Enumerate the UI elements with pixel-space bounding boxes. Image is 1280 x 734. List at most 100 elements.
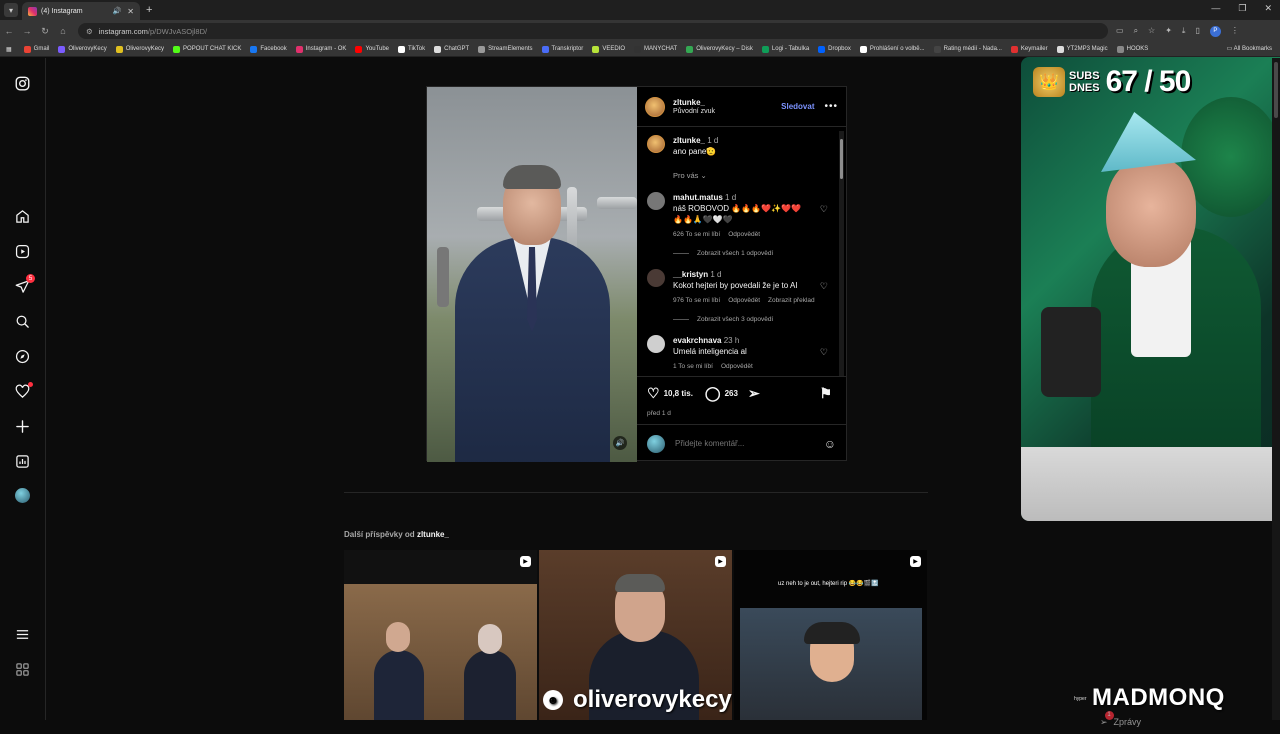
emoji-icon[interactable]: ☺ xyxy=(824,437,836,451)
bookmark-item[interactable]: Prohlášení o volbě... xyxy=(859,45,925,53)
maximize-icon[interactable]: ❐ xyxy=(1238,3,1246,14)
more-menu-icon[interactable] xyxy=(14,626,31,643)
create-plus-icon[interactable] xyxy=(14,418,31,435)
reply-button[interactable]: Odpovědět xyxy=(721,361,753,372)
comment-likes[interactable]: 976 To se mi líbí xyxy=(673,295,720,306)
bookmark-item[interactable]: OliverovyKecy xyxy=(58,45,107,53)
menu-kebab-icon[interactable]: ⋮ xyxy=(1231,26,1239,37)
home-nav-icon[interactable] xyxy=(14,208,31,225)
back-icon[interactable]: ← xyxy=(0,26,18,36)
bookmark-item[interactable]: TikTok xyxy=(398,45,425,53)
bookmark-star-icon[interactable]: ☆ xyxy=(1148,26,1155,37)
close-tab-icon[interactable]: ✕ xyxy=(127,7,134,16)
all-bookmarks[interactable]: ▭ All Bookmarks xyxy=(1227,45,1272,52)
comment-like-icon[interactable]: ♡ xyxy=(820,204,828,215)
bookmark-item[interactable]: Instagram - OK xyxy=(295,45,346,53)
home-icon[interactable]: ⌂ xyxy=(54,26,72,36)
more-options-icon[interactable]: ••• xyxy=(824,101,838,112)
bookmark-item[interactable]: YT2MP3 Magic xyxy=(1056,45,1108,53)
page-scrollbar[interactable] xyxy=(1272,58,1280,720)
comment-like-icon[interactable]: ♡ xyxy=(820,347,828,358)
author-username[interactable]: zltunke_ xyxy=(673,98,781,107)
bookmark-item[interactable]: Keymailer xyxy=(1010,45,1048,53)
minimize-icon[interactable]: — xyxy=(1211,3,1220,14)
bookmark-item[interactable]: Dropbox xyxy=(818,45,851,53)
original-audio-link[interactable]: Původní zvuk xyxy=(673,108,781,115)
bookmark-item[interactable]: OliverovyKecy xyxy=(115,45,164,53)
comment-sort-dropdown[interactable]: Pro vás ⌄ xyxy=(673,171,836,180)
comment-bubble-icon[interactable]: ◯ xyxy=(705,385,721,402)
profile-avatar[interactable]: P xyxy=(1209,25,1221,37)
bookmark-item[interactable]: Logi - Tabulka xyxy=(761,45,809,53)
share-icon[interactable]: ➢ xyxy=(748,385,760,402)
commenter-avatar[interactable] xyxy=(647,335,665,353)
tab-search-button[interactable]: ▾ xyxy=(4,3,18,17)
more-post-thumb-1[interactable]: ▶ xyxy=(344,550,537,720)
bookmark-item[interactable]: Facebook xyxy=(250,45,287,53)
messages-pill[interactable]: ➢ 1 Zprávy xyxy=(1100,710,1270,734)
reels-nav-icon[interactable] xyxy=(14,243,31,260)
bookmark-item[interactable]: MANYCHAT xyxy=(634,45,677,53)
explore-nav-icon[interactable] xyxy=(14,348,31,365)
sidepanel-icon[interactable]: ▯ xyxy=(1195,26,1199,37)
caption-username[interactable]: zltunke_ xyxy=(673,136,705,145)
more-post-thumb-3[interactable]: uz neh to je out, hejteri rip 😂😂🎬🔝 ▶ xyxy=(734,550,927,720)
add-comment-input[interactable] xyxy=(675,439,824,448)
bookmark-item[interactable]: ChatGPT xyxy=(434,45,469,53)
comment-likes[interactable]: 626 To se mi líbí xyxy=(673,229,720,240)
cast-icon[interactable]: ▭ xyxy=(1116,26,1124,37)
messages-nav-icon[interactable]: 5 xyxy=(14,274,35,295)
bookmark-item[interactable]: POPOUT CHAT KICK xyxy=(173,45,241,53)
commenter-avatar[interactable] xyxy=(647,192,665,210)
insights-chart-icon[interactable] xyxy=(14,453,31,470)
reply-button[interactable]: Odpovědět xyxy=(728,229,760,240)
follow-button[interactable]: Sledovat xyxy=(781,102,814,111)
bookmark-item[interactable]: Transkriptor xyxy=(541,45,583,53)
save-bookmark-icon[interactable]: ⚑ xyxy=(819,385,832,402)
view-replies-button[interactable]: Zobrazit všech 3 odpovědí xyxy=(673,316,836,323)
reload-icon[interactable]: ↻ xyxy=(36,26,54,37)
comment-like-icon[interactable]: ♡ xyxy=(820,281,828,292)
search-nav-icon[interactable] xyxy=(14,313,31,330)
downloads-icon[interactable]: ⤓ xyxy=(1182,26,1186,37)
also-from-meta-icon[interactable] xyxy=(14,661,31,678)
reply-button[interactable]: Odpovědět xyxy=(728,295,760,306)
caption-avatar[interactable] xyxy=(647,135,665,153)
commenter-username[interactable]: mahut.matus xyxy=(673,193,723,202)
translate-button[interactable]: Zobrazit překlad xyxy=(768,295,815,306)
view-replies-button[interactable]: Zobrazit všech 1 odpovědí xyxy=(673,250,836,257)
close-window-icon[interactable]: ✕ xyxy=(1264,3,1272,14)
extensions-icon[interactable]: ✦ xyxy=(1165,26,1172,37)
bookmark-item[interactable]: Rating médií - Nada... xyxy=(933,45,1002,53)
post-media[interactable]: 🔊 xyxy=(427,87,637,462)
address-bar[interactable]: ⚙ instagram.com /p/DWJvASOjl8D/ xyxy=(78,23,1108,39)
commenter-username[interactable]: evakrchnava xyxy=(673,336,721,345)
like-count[interactable]: 10,8 tis. xyxy=(664,389,693,398)
comments-list[interactable]: zltunke_ 1 d ano pane🫡 Pro vás ⌄ mahut.m… xyxy=(637,127,846,376)
instagram-logo-icon[interactable] xyxy=(14,75,31,92)
browser-tab-instagram[interactable]: (4) Instagram 🔊 ✕ xyxy=(22,2,140,20)
crown-icon: 👑 xyxy=(1033,67,1065,97)
bookmark-item[interactable]: YouTube xyxy=(355,45,389,53)
zoom-icon[interactable]: ⌕ xyxy=(1134,26,1138,37)
author-avatar[interactable] xyxy=(645,96,665,117)
bookmark-item[interactable]: HOOKS xyxy=(1116,45,1148,53)
new-tab-button[interactable]: + xyxy=(146,4,152,16)
forward-icon[interactable]: → xyxy=(18,26,36,36)
bookmark-item[interactable]: VEEDIO xyxy=(592,45,625,53)
activity-heart-icon[interactable] xyxy=(14,382,33,400)
comment-likes[interactable]: 1 To se mi líbí xyxy=(673,361,713,372)
like-heart-icon[interactable]: ♡ xyxy=(647,385,660,402)
speaker-icon[interactable]: 🔊 xyxy=(113,7,122,15)
commenter-username[interactable]: __kristyn xyxy=(673,270,708,279)
comments-scrollbar[interactable] xyxy=(839,131,844,376)
commenter-avatar[interactable] xyxy=(647,269,665,287)
audio-toggle-icon[interactable]: 🔊 xyxy=(613,436,627,450)
apps-icon[interactable]: ▦ xyxy=(6,46,12,53)
bookmark-item[interactable]: StreamElements xyxy=(478,45,533,53)
bookmark-item[interactable]: OliverovyKecy – Disk xyxy=(686,45,753,53)
more-posts-username[interactable]: zltunke_ xyxy=(417,530,449,539)
profile-avatar-icon[interactable] xyxy=(15,488,30,503)
site-info-icon[interactable]: ⚙ xyxy=(86,27,93,36)
bookmark-item[interactable]: Gmail xyxy=(23,45,49,53)
